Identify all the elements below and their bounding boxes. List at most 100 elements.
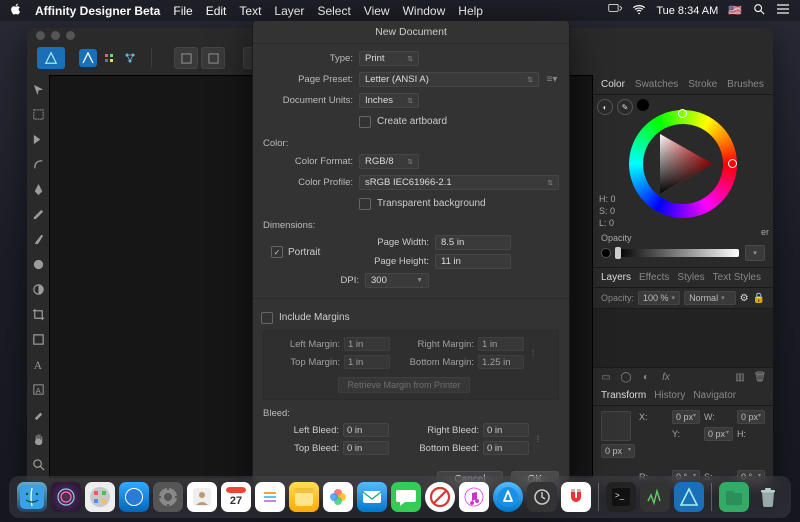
pencil-tool[interactable]: [30, 206, 46, 222]
add-layer-icon[interactable]: ▭: [599, 370, 613, 384]
spotlight-icon[interactable]: [752, 3, 766, 18]
add-mask-icon[interactable]: ◯: [619, 370, 633, 384]
fill-stroke-swap-icon[interactable]: ◐: [597, 99, 613, 115]
page-height-input[interactable]: 11 in: [435, 254, 511, 269]
top-margin-input[interactable]: 1 in: [344, 355, 390, 369]
dock-mail[interactable]: [357, 482, 387, 512]
menu-select[interactable]: Select: [317, 4, 350, 18]
blend-mode-dropdown[interactable]: Normal: [684, 291, 736, 305]
transparent-bg-checkbox[interactable]: [359, 198, 371, 210]
dock-launchpad[interactable]: [85, 482, 115, 512]
apple-icon[interactable]: [10, 3, 22, 18]
maximize-window-button[interactable]: [66, 31, 75, 40]
menu-text[interactable]: Text: [239, 4, 261, 18]
tab-stroke[interactable]: Stroke: [688, 79, 717, 90]
artboard-tool[interactable]: [30, 106, 46, 122]
layers-list[interactable]: [593, 309, 773, 367]
shape-tool[interactable]: [30, 331, 46, 347]
tab-layers[interactable]: Layers: [601, 272, 631, 283]
hand-tool[interactable]: [30, 431, 46, 447]
tab-transform[interactable]: Transform: [601, 390, 646, 401]
text-tool[interactable]: A: [30, 356, 46, 372]
persona-pixel[interactable]: [100, 49, 118, 67]
page-width-input[interactable]: 8.5 in: [435, 235, 511, 250]
gear-icon[interactable]: ⚙: [740, 293, 749, 304]
menu-layer[interactable]: Layer: [274, 4, 304, 18]
dock-affinity-designer[interactable]: [674, 482, 704, 512]
fx-icon[interactable]: fx: [659, 370, 673, 384]
menubar-flag[interactable]: 🇺🇸: [728, 4, 742, 17]
w-field[interactable]: 0 px: [737, 410, 765, 424]
menu-list-icon[interactable]: [776, 3, 790, 18]
menu-help[interactable]: Help: [458, 4, 483, 18]
dock-calendar[interactable]: 27: [221, 482, 251, 512]
menu-edit[interactable]: Edit: [206, 4, 227, 18]
dpi-input[interactable]: 300▼: [365, 273, 429, 288]
tab-color[interactable]: Color: [601, 79, 625, 90]
text-frame-tool[interactable]: A: [30, 381, 46, 397]
toolbar-button[interactable]: [174, 47, 198, 69]
persona-export[interactable]: [121, 49, 139, 67]
minimize-window-button[interactable]: [51, 31, 60, 40]
preset-menu-icon[interactable]: ≡▾: [545, 73, 559, 87]
menubar-clock[interactable]: Tue 8:34 AM: [656, 5, 718, 17]
tab-text-styles[interactable]: Text Styles: [713, 272, 761, 283]
color-wheel[interactable]: ◐ ✎ er H: 0 S: 0 L: 0: [593, 95, 773, 233]
add-adjustment-icon[interactable]: ◐: [639, 370, 653, 384]
anchor-selector[interactable]: [601, 411, 631, 441]
bottom-margin-input[interactable]: 1.25 in: [478, 355, 524, 369]
right-bleed-input[interactable]: 0 in: [483, 423, 529, 437]
color-format-dropdown[interactable]: RGB/8: [359, 154, 419, 169]
color-profile-dropdown[interactable]: sRGB IEC61966-2.1: [359, 175, 559, 190]
group-icon[interactable]: ▥: [733, 370, 747, 384]
dock-safari[interactable]: [119, 482, 149, 512]
dock-terminal[interactable]: >_: [606, 482, 636, 512]
node-tool[interactable]: [30, 131, 46, 147]
screen-share-icon[interactable]: [608, 3, 622, 18]
bottom-bleed-input[interactable]: 0 in: [483, 441, 529, 455]
right-margin-input[interactable]: 1 in: [478, 337, 524, 351]
left-bleed-input[interactable]: 0 in: [343, 423, 389, 437]
tab-effects[interactable]: Effects: [639, 272, 669, 283]
eyedropper-tool[interactable]: [30, 406, 46, 422]
dock-trash[interactable]: [753, 482, 783, 512]
close-window-button[interactable]: [36, 31, 45, 40]
move-tool[interactable]: [30, 81, 46, 97]
app-name[interactable]: Affinity Designer Beta: [35, 4, 160, 18]
opacity-slider[interactable]: [617, 249, 739, 257]
layer-opacity-dropdown[interactable]: 100 %: [638, 291, 680, 305]
wifi-icon[interactable]: [632, 3, 646, 18]
dock-blocked[interactable]: [425, 482, 455, 512]
dock-generic-1[interactable]: [527, 482, 557, 512]
tab-brushes[interactable]: Brushes: [727, 79, 764, 90]
y-field[interactable]: 0 px: [704, 427, 733, 441]
pen-tool[interactable]: [30, 181, 46, 197]
opacity-dropdown[interactable]: ▾: [745, 245, 765, 261]
dock-appstore[interactable]: [493, 482, 523, 512]
units-dropdown[interactable]: Inches: [359, 93, 419, 108]
menu-file[interactable]: File: [173, 4, 192, 18]
dock-finder[interactable]: [17, 482, 47, 512]
dock-photos[interactable]: [323, 482, 353, 512]
toolbar-button[interactable]: [201, 47, 225, 69]
zoom-tool[interactable]: [30, 456, 46, 472]
tab-styles[interactable]: Styles: [677, 272, 704, 283]
dock-downloads[interactable]: [719, 482, 749, 512]
tab-swatches[interactable]: Swatches: [635, 79, 678, 90]
dock-music[interactable]: [459, 482, 489, 512]
tab-navigator[interactable]: Navigator: [693, 390, 736, 401]
menu-view[interactable]: View: [364, 4, 390, 18]
fill-tool[interactable]: [30, 256, 46, 272]
menu-window[interactable]: Window: [403, 4, 446, 18]
dock-contacts[interactable]: [187, 482, 217, 512]
dock-reminders[interactable]: [255, 482, 285, 512]
portrait-checkbox[interactable]: ✓: [271, 246, 283, 258]
brush-tool[interactable]: [30, 231, 46, 247]
link-margins-icon[interactable]: ⁞: [528, 348, 538, 358]
delete-layer-icon[interactable]: 🗑: [753, 370, 767, 384]
dock-siri[interactable]: [51, 482, 81, 512]
dock-messages[interactable]: [391, 482, 421, 512]
hue-handle[interactable]: [678, 109, 687, 118]
dock-notes[interactable]: [289, 482, 319, 512]
dock-settings[interactable]: [153, 482, 183, 512]
